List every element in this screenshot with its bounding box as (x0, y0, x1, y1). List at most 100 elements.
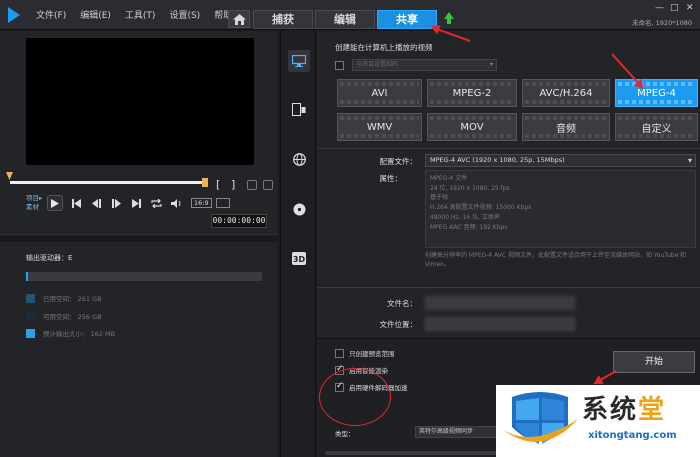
legend-used: 已用空间： 261 GB (26, 293, 102, 303)
menu-bar: 文件(F) 编辑(E) 工具(T) 设置(S) 帮助(H) (36, 8, 246, 21)
format-audio-button[interactable]: 音频 (522, 113, 610, 141)
property-line: H.264 高配置文件视频: 15000 Kbps (430, 204, 532, 212)
next-frame-icon[interactable] (109, 196, 123, 210)
properties-box: MPEG-4 文件 24 位, 1920 x 1080, 25 fps 基于帧 … (425, 170, 696, 248)
playback-controls (47, 195, 183, 211)
end-icon[interactable] (129, 196, 143, 210)
profile-dropdown[interactable]: MPEG-4 AVC (1920 x 1080, 25p, 15Mbps) (425, 154, 696, 167)
start-button[interactable]: 开始 (613, 351, 695, 373)
format-wmv-label: WMV (366, 121, 393, 133)
repeat-icon[interactable] (149, 196, 163, 210)
menu-tools[interactable]: 工具(T) (125, 8, 156, 21)
enlarge-icon[interactable] (263, 180, 273, 190)
watermark-title-main: 系统 (582, 395, 639, 425)
menu-edit[interactable]: 编辑(E) (80, 8, 111, 21)
file-location-input[interactable] (425, 317, 575, 331)
panel-divider (0, 234, 278, 242)
device-icon[interactable] (288, 98, 310, 120)
type-dropdown[interactable]: 英特尔高级视频同步 (415, 426, 500, 438)
share-category-bar: 3D (280, 31, 316, 457)
prev-frame-icon[interactable] (89, 196, 103, 210)
tab-edit[interactable]: 编辑 (315, 10, 375, 29)
upload-icon[interactable] (444, 12, 454, 24)
file-location-label: 文件位置： (379, 320, 418, 329)
free-swatch (26, 311, 35, 321)
maximize-button[interactable]: □ (670, 3, 679, 13)
format-mpeg2-label: MPEG-2 (452, 87, 492, 99)
tab-share[interactable]: 共享 (377, 10, 437, 29)
start-icon[interactable] (69, 196, 83, 210)
output-drive-label: 输出驱动器：E (26, 254, 73, 262)
divider (317, 148, 700, 149)
drive-usage-bar (26, 272, 262, 281)
video-preview[interactable] (26, 38, 254, 165)
menu-file[interactable]: 文件(F) (36, 8, 66, 21)
format-wmv-button[interactable]: WMV (337, 113, 422, 141)
tab-capture[interactable]: 捕获 (253, 10, 313, 29)
mark-out-button[interactable]: ] (231, 178, 235, 191)
filename-label: 文件名： (387, 299, 417, 308)
drive-usage-fill (26, 272, 29, 281)
trim-end-handle[interactable] (202, 178, 208, 187)
minimize-button[interactable]: — (655, 3, 664, 13)
timeline-scrubber[interactable] (6, 172, 208, 187)
used-swatch (26, 293, 35, 303)
format-mov-button[interactable]: MOV (427, 113, 517, 141)
preview-range-label: 只创建预览范围 (349, 350, 395, 358)
svg-text:3D: 3D (293, 255, 306, 264)
format-avi-button[interactable]: AVI (337, 79, 422, 107)
disc-icon[interactable] (288, 198, 310, 220)
estimate-swatch (26, 328, 35, 338)
property-line: 24 位, 1920 x 1080, 25 fps (430, 184, 510, 192)
same-as-project-checkbox[interactable] (335, 61, 344, 70)
format-mpeg2-button[interactable]: MPEG-2 (427, 79, 517, 107)
format-avi-label: AVI (371, 87, 388, 99)
property-line: MPEG-4 文件 (430, 175, 468, 182)
horizontal-scrollbar[interactable] (325, 451, 505, 455)
option-preview-range[interactable]: 只创建预览范围 (335, 348, 395, 358)
project-info: 未命名, 1920*1080 (632, 19, 692, 27)
computer-icon[interactable] (288, 50, 310, 72)
property-line: MPEG AAC 音频: 192 Kbps (430, 223, 508, 231)
property-line: 48000 Hz, 16 位, 立体声 (430, 213, 500, 221)
type-label: 类型： (335, 430, 355, 438)
scrubber-handle[interactable] (6, 172, 13, 180)
free-space-text: 可用空间： 256 GB (43, 313, 102, 321)
format-mpeg4-label: MPEG-4 (637, 87, 676, 99)
legend-free: 可用空间： 256 GB (26, 311, 102, 321)
volume-icon[interactable] (169, 196, 183, 210)
mark-in-button[interactable]: [ (216, 178, 220, 191)
divider (317, 287, 700, 288)
display-mode-dropdown[interactable] (216, 198, 230, 208)
legend-estimate: 预计输出大小： 162 MB (26, 328, 115, 338)
clip-mode-label[interactable]: 素材 (26, 201, 39, 211)
used-space-text: 已用空间： 261 GB (43, 295, 102, 303)
format-custom-label: 自定义 (641, 123, 672, 135)
annotation-ellipse (319, 368, 391, 426)
watermark-logo-icon (502, 392, 578, 444)
filename-input[interactable] (425, 296, 575, 310)
3d-icon[interactable]: 3D (288, 247, 310, 269)
timecode-display[interactable]: 00:00:00:00 (211, 214, 267, 228)
same-as-project-dropdown[interactable]: 与项目设置相同 (352, 59, 497, 71)
web-icon[interactable] (288, 148, 310, 170)
estimated-size-text: 预计输出大小： 162 MB (43, 330, 116, 338)
format-mov-label: MOV (460, 121, 484, 133)
split-icon[interactable] (247, 180, 257, 190)
properties-label: 属性： (379, 174, 403, 183)
close-button[interactable]: ✕ (686, 3, 694, 13)
format-avc-label: AVC/H.264 (539, 87, 593, 99)
top-bar: 文件(F) 编辑(E) 工具(T) 设置(S) 帮助(H) 捕获 编辑 共享 —… (0, 0, 700, 30)
home-icon (233, 14, 246, 25)
format-mpeg4-button[interactable]: MPEG-4 (615, 79, 698, 107)
aspect-ratio-button[interactable]: 16:9 (191, 198, 212, 208)
create-video-title: 创建能在计算机上播放的视频 (335, 43, 433, 52)
preview-range-checkbox[interactable] (335, 348, 344, 358)
menu-settings[interactable]: 设置(S) (169, 8, 200, 21)
play-icon[interactable] (47, 195, 63, 211)
home-tab[interactable] (228, 10, 250, 28)
format-custom-button[interactable]: 自定义 (615, 113, 698, 141)
player-panel: [ ] 项目▸ 素材 16:9 00:00:00:00 输出驱动器：E 已用空间… (0, 31, 278, 457)
format-avc-button[interactable]: AVC/H.264 (522, 79, 610, 107)
profile-description: 创建高分辨率的 MPEG-4 AVC 视频文件。此配置文件适合用于上传至流媒体网… (425, 252, 687, 268)
